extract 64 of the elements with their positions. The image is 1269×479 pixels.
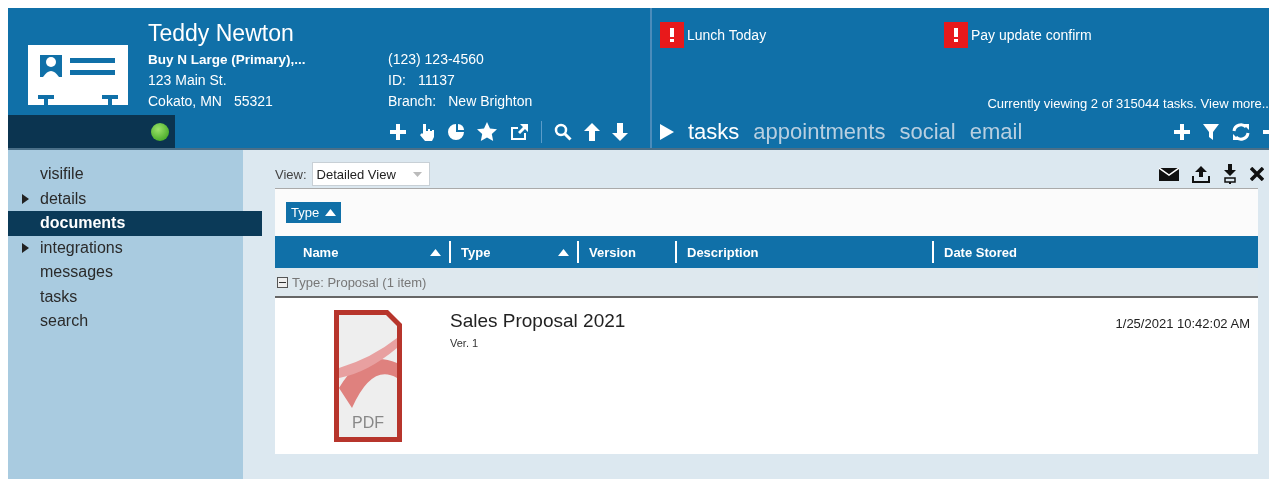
task-summary-link[interactable]: Currently viewing 2 of 315044 tasks. View more..: [987, 96, 1269, 111]
view-dropdown[interactable]: Detailed View: [311, 162, 430, 186]
mail-icon[interactable]: [1159, 167, 1179, 181]
sort-up-icon: [325, 209, 337, 216]
feed-tab[interactable]: email: [969, 118, 1023, 145]
add-icon[interactable]: [1173, 122, 1191, 141]
date-stored: 1/25/2021 10:42:02 AM: [1115, 316, 1250, 331]
phone-number: (123) 123-4560: [388, 50, 485, 69]
branch-value: New Brighton: [448, 92, 533, 111]
feed-tab[interactable]: appointments: [753, 118, 886, 145]
pdf-file-icon: [332, 308, 404, 444]
alert-text[interactable]: Pay update confirm: [971, 27, 1092, 43]
file-type-label: PDF: [352, 414, 384, 432]
expand-arrow-icon[interactable]: [22, 242, 29, 253]
sidebar-item[interactable]: search: [8, 309, 262, 334]
down-arrow-icon[interactable]: [612, 122, 628, 141]
contact-card-icon: [28, 45, 128, 105]
play-icon[interactable]: [660, 123, 674, 140]
column-header[interactable]: Version: [589, 244, 636, 260]
zip-code: 55321: [233, 92, 273, 111]
group-label: Type: Proposal (1 item): [292, 274, 427, 290]
branch-label: Branch:: [388, 92, 437, 111]
sidebar-item[interactable]: messages: [8, 260, 262, 285]
alert-text[interactable]: Lunch Today: [687, 27, 767, 43]
city-state: Cokato, MN: [148, 92, 222, 111]
column-header[interactable]: Date Stored: [944, 244, 1017, 260]
document-name[interactable]: Sales Proposal 2021: [450, 310, 626, 332]
close-icon[interactable]: [1250, 167, 1264, 181]
search-icon[interactable]: [554, 122, 572, 141]
column-header[interactable]: Description: [687, 244, 759, 260]
id-value: 11137: [417, 71, 455, 90]
company-name: Buy N Large (Primary),...: [148, 51, 307, 69]
alert-icon: [660, 22, 684, 48]
external-link-icon[interactable]: [509, 122, 529, 141]
id-label: ID:: [388, 71, 406, 90]
sidebar-item[interactable]: tasks: [8, 284, 262, 309]
refresh-icon[interactable]: [1231, 121, 1251, 142]
sidebar-item[interactable]: details: [8, 186, 262, 211]
alert-icon: [944, 22, 968, 48]
group-by-chip[interactable]: Type: [286, 202, 342, 223]
expand-arrow-icon[interactable]: [22, 193, 29, 204]
sidebar-item[interactable]: documents: [8, 211, 262, 236]
up-arrow-icon[interactable]: [584, 122, 600, 141]
download-icon[interactable]: [1223, 164, 1237, 184]
document-version: Ver. 1: [450, 337, 480, 349]
column-header[interactable]: Type: [461, 244, 491, 260]
street-address: 123 Main St.: [148, 71, 228, 90]
pointer-hand-icon[interactable]: [419, 122, 435, 141]
sidebar-item[interactable]: integrations: [8, 235, 262, 260]
column-header[interactable]: Name: [303, 244, 339, 260]
sort-up-icon[interactable]: [558, 248, 569, 256]
upload-icon[interactable]: [1192, 165, 1210, 183]
feed-tab[interactable]: tasks: [688, 118, 740, 145]
add-icon[interactable]: [389, 122, 407, 141]
collapse-toggle-icon[interactable]: [277, 276, 288, 288]
feed-tab[interactable]: social: [899, 118, 956, 145]
pie-chart-icon[interactable]: [447, 122, 465, 141]
sidebar-item[interactable]: visifile: [8, 162, 262, 187]
sort-up-icon[interactable]: [430, 248, 441, 256]
caret-icon: [412, 171, 422, 177]
star-icon[interactable]: [477, 122, 497, 141]
view-label: View:: [275, 166, 307, 182]
contact-name: Teddy Newton: [148, 20, 295, 46]
filter-icon[interactable]: [1203, 122, 1219, 141]
